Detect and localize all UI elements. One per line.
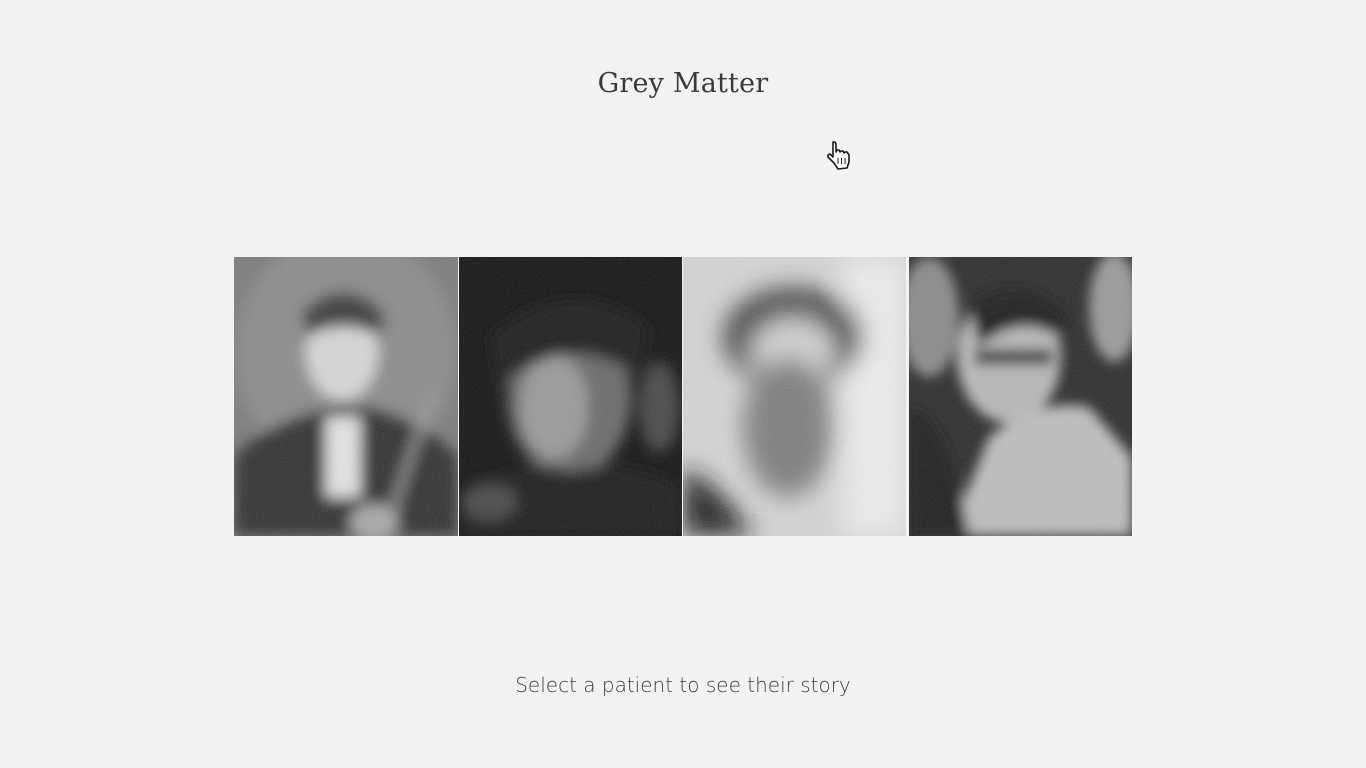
- hand-pointer-icon: [824, 138, 860, 174]
- portrait-image: [683, 257, 906, 536]
- patient-gallery: [234, 257, 1132, 536]
- portrait-image: [459, 257, 682, 536]
- patient-card-4[interactable]: [909, 257, 1132, 536]
- portrait-image: [909, 257, 1132, 536]
- patient-card-1[interactable]: [234, 257, 458, 536]
- instruction-text: Select a patient to see their story: [515, 673, 851, 697]
- patient-card-3[interactable]: [683, 257, 906, 536]
- page-title: Grey Matter: [597, 68, 769, 99]
- portrait-image: [234, 257, 458, 536]
- patient-card-2[interactable]: [459, 257, 682, 536]
